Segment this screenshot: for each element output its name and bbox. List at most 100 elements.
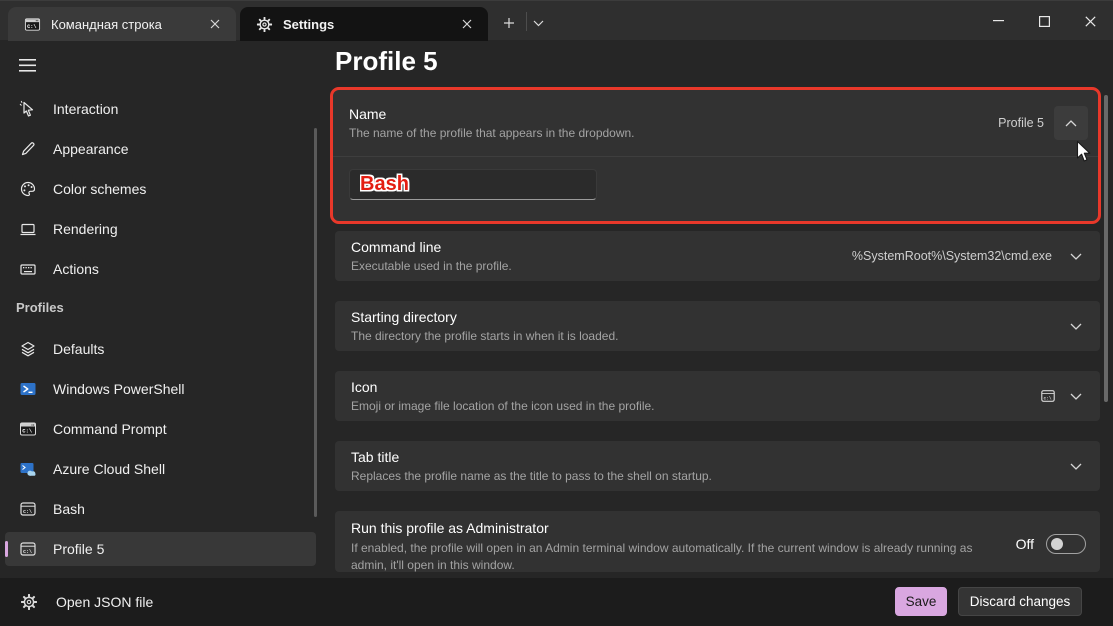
tab-label: Командная строка [51,17,204,32]
sidebar-item-command-prompt[interactable]: C:\ Command Prompt [5,412,316,446]
settings-sidebar: Interaction Appearance Color schemes Ren… [0,40,330,578]
setting-description: If enabled, the profile will open in an … [351,540,983,575]
save-button[interactable]: Save [895,587,947,616]
windows-terminal-settings-window: { "titlebar": { "tabs": [ { "label": "Ко… [0,0,1113,626]
sidebar-item-appearance[interactable]: Appearance [5,132,316,166]
setting-title: Command line [351,239,852,255]
sidebar-item-label: Bash [53,501,85,517]
powershell-icon [18,380,38,398]
keyboard-icon [18,260,38,278]
sidebar-item-rendering[interactable]: Rendering [5,212,316,246]
tab-label: Settings [283,17,456,32]
chevron-up-icon [1065,120,1077,127]
sidebar-item-label: Actions [53,261,99,277]
palette-icon [18,180,38,198]
admin-toggle-switch[interactable] [1046,534,1086,554]
sidebar-item-bash[interactable]: c:\ Bash [5,492,316,526]
sidebar-item-actions[interactable]: Actions [5,252,316,286]
setting-title: Run this profile as Administrator [351,520,1016,536]
setting-title: Icon [351,379,1040,395]
sidebar-scrollbar[interactable] [314,128,317,517]
new-tab-button[interactable] [495,9,523,37]
titlebar: C:\ Командная строка Setti [0,0,1113,40]
svg-text:c:\: c:\ [23,549,32,555]
profiles-section-header: Profiles [16,300,64,315]
chevron-down-icon [1066,323,1086,330]
setting-title: Name [349,106,998,122]
svg-text:C:\: C:\ [22,428,33,435]
chevron-down-icon [1066,463,1086,470]
sidebar-item-label: Command Prompt [53,421,167,437]
sidebar-item-label: Windows PowerShell [53,381,185,397]
maximize-button[interactable] [1021,1,1067,41]
sidebar-item-label: Defaults [53,341,104,357]
svg-text:c:\: c:\ [23,509,32,515]
tab-dropdown-button[interactable] [524,9,552,37]
sidebar-item-label: Rendering [53,221,118,237]
pen-icon [18,140,38,158]
mouse-cursor [1076,140,1092,163]
selected-indicator [5,541,8,557]
footer-bar: Open JSON file Save Discard changes [0,578,1113,626]
cmd-icon: C:\ [24,16,41,33]
cmd-icon: C:\ [18,420,38,438]
open-json-file-button[interactable]: Open JSON file [14,587,159,617]
setting-row-icon[interactable]: Icon Emoji or image file location of the… [335,371,1100,421]
svg-text:c:\: c:\ [1044,395,1052,401]
sidebar-item-defaults[interactable]: Defaults [5,332,316,366]
gear-icon [256,16,273,33]
sidebar-item-label: Interaction [53,101,118,117]
toggle-state-label: Off [1016,536,1034,552]
sidebar-item-label: Azure Cloud Shell [53,461,165,477]
setting-description: Emoji or image file location of the icon… [351,399,1040,413]
hamburger-menu-icon[interactable] [12,50,42,80]
gear-icon [20,593,38,611]
name-setting-card: Name The name of the profile that appear… [330,87,1101,224]
chevron-down-icon [1066,253,1086,260]
setting-row-starting-directory[interactable]: Starting directory The directory the pro… [335,301,1100,351]
page-title: Profile 5 [335,46,438,77]
profile-terminal-icon: c:\ [1040,388,1056,404]
setting-title: Starting directory [351,309,1066,325]
setting-row-tab-title[interactable]: Tab title Replaces the profile name as t… [335,441,1100,491]
sidebar-item-profile-5[interactable]: c:\ Profile 5 [5,532,316,566]
setting-title: Tab title [351,449,1066,465]
azure-cloud-icon [18,460,38,478]
terminal-icon: c:\ [18,500,38,518]
sidebar-item-azure-cloud-shell[interactable]: Azure Cloud Shell [5,452,316,486]
setting-row-command-line[interactable]: Command line Executable used in the prof… [335,231,1100,281]
setting-value: Profile 5 [998,116,1044,130]
tab-command-prompt[interactable]: C:\ Командная строка [8,7,236,41]
close-window-button[interactable] [1067,1,1113,41]
collapse-expander-button[interactable] [1054,106,1088,140]
terminal-icon: c:\ [18,540,38,558]
setting-description: Replaces the profile name as the title t… [351,469,1066,483]
monitor-icon [18,220,38,238]
setting-description: Executable used in the profile. [351,259,852,273]
sidebar-item-label: Profile 5 [53,541,104,557]
name-setting-body [333,157,1098,212]
content-scrollbar[interactable] [1104,95,1108,402]
chevron-down-icon [1066,393,1086,400]
profile-name-input[interactable] [349,169,597,200]
sidebar-item-color-schemes[interactable]: Color schemes [5,172,316,206]
minimize-button[interactable] [975,1,1021,41]
setting-value: %SystemRoot%\System32\cmd.exe [852,249,1052,263]
close-tab-icon[interactable] [204,13,226,35]
discard-changes-button[interactable]: Discard changes [958,587,1082,616]
name-setting-header[interactable]: Name The name of the profile that appear… [333,90,1098,157]
setting-row-run-as-administrator: Run this profile as Administrator If ena… [335,511,1100,572]
cursor-icon [18,100,38,118]
setting-description: The directory the profile starts in when… [351,329,1066,343]
sidebar-item-label: Appearance [53,141,129,157]
profile-settings-page: Profile 5 Name The name of the profile t… [330,40,1113,578]
svg-text:C:\: C:\ [27,23,36,29]
toggle-knob [1051,538,1063,550]
layers-icon [18,340,38,358]
tab-settings[interactable]: Settings [240,7,488,41]
open-json-label: Open JSON file [56,594,153,610]
close-tab-icon[interactable] [456,13,478,35]
sidebar-item-label: Color schemes [53,181,146,197]
sidebar-item-windows-powershell[interactable]: Windows PowerShell [5,372,316,406]
sidebar-item-interaction[interactable]: Interaction [5,92,316,126]
